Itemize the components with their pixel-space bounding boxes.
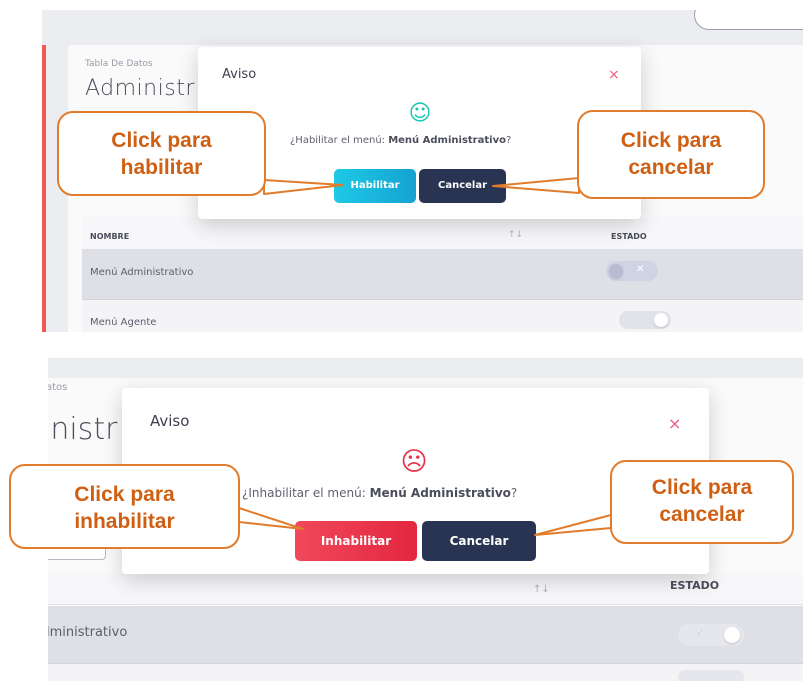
callout-line: cancelar xyxy=(628,156,714,180)
callout-pointer xyxy=(492,177,580,194)
callout-connectors xyxy=(238,177,612,536)
callout-line: Click para xyxy=(651,476,753,499)
callout-pointer xyxy=(534,514,612,536)
callout-pointer xyxy=(238,507,304,530)
callout-inhabilitar: Click para inhabilitar xyxy=(9,464,240,549)
callout-line: Click para xyxy=(111,129,212,152)
callout-line: inhabilitar xyxy=(74,510,175,534)
callout-pointer xyxy=(263,179,344,195)
callout-line: habilitar xyxy=(120,156,203,180)
callout-cancelar: Click para cancelar xyxy=(577,110,765,199)
callout-line: cancelar xyxy=(659,503,745,527)
callout-habilitar: Click para habilitar xyxy=(57,111,266,196)
callout-line: Click para xyxy=(74,483,175,506)
callout-cancelar: Click para cancelar xyxy=(610,460,794,544)
callout-line: Click para xyxy=(620,129,722,152)
